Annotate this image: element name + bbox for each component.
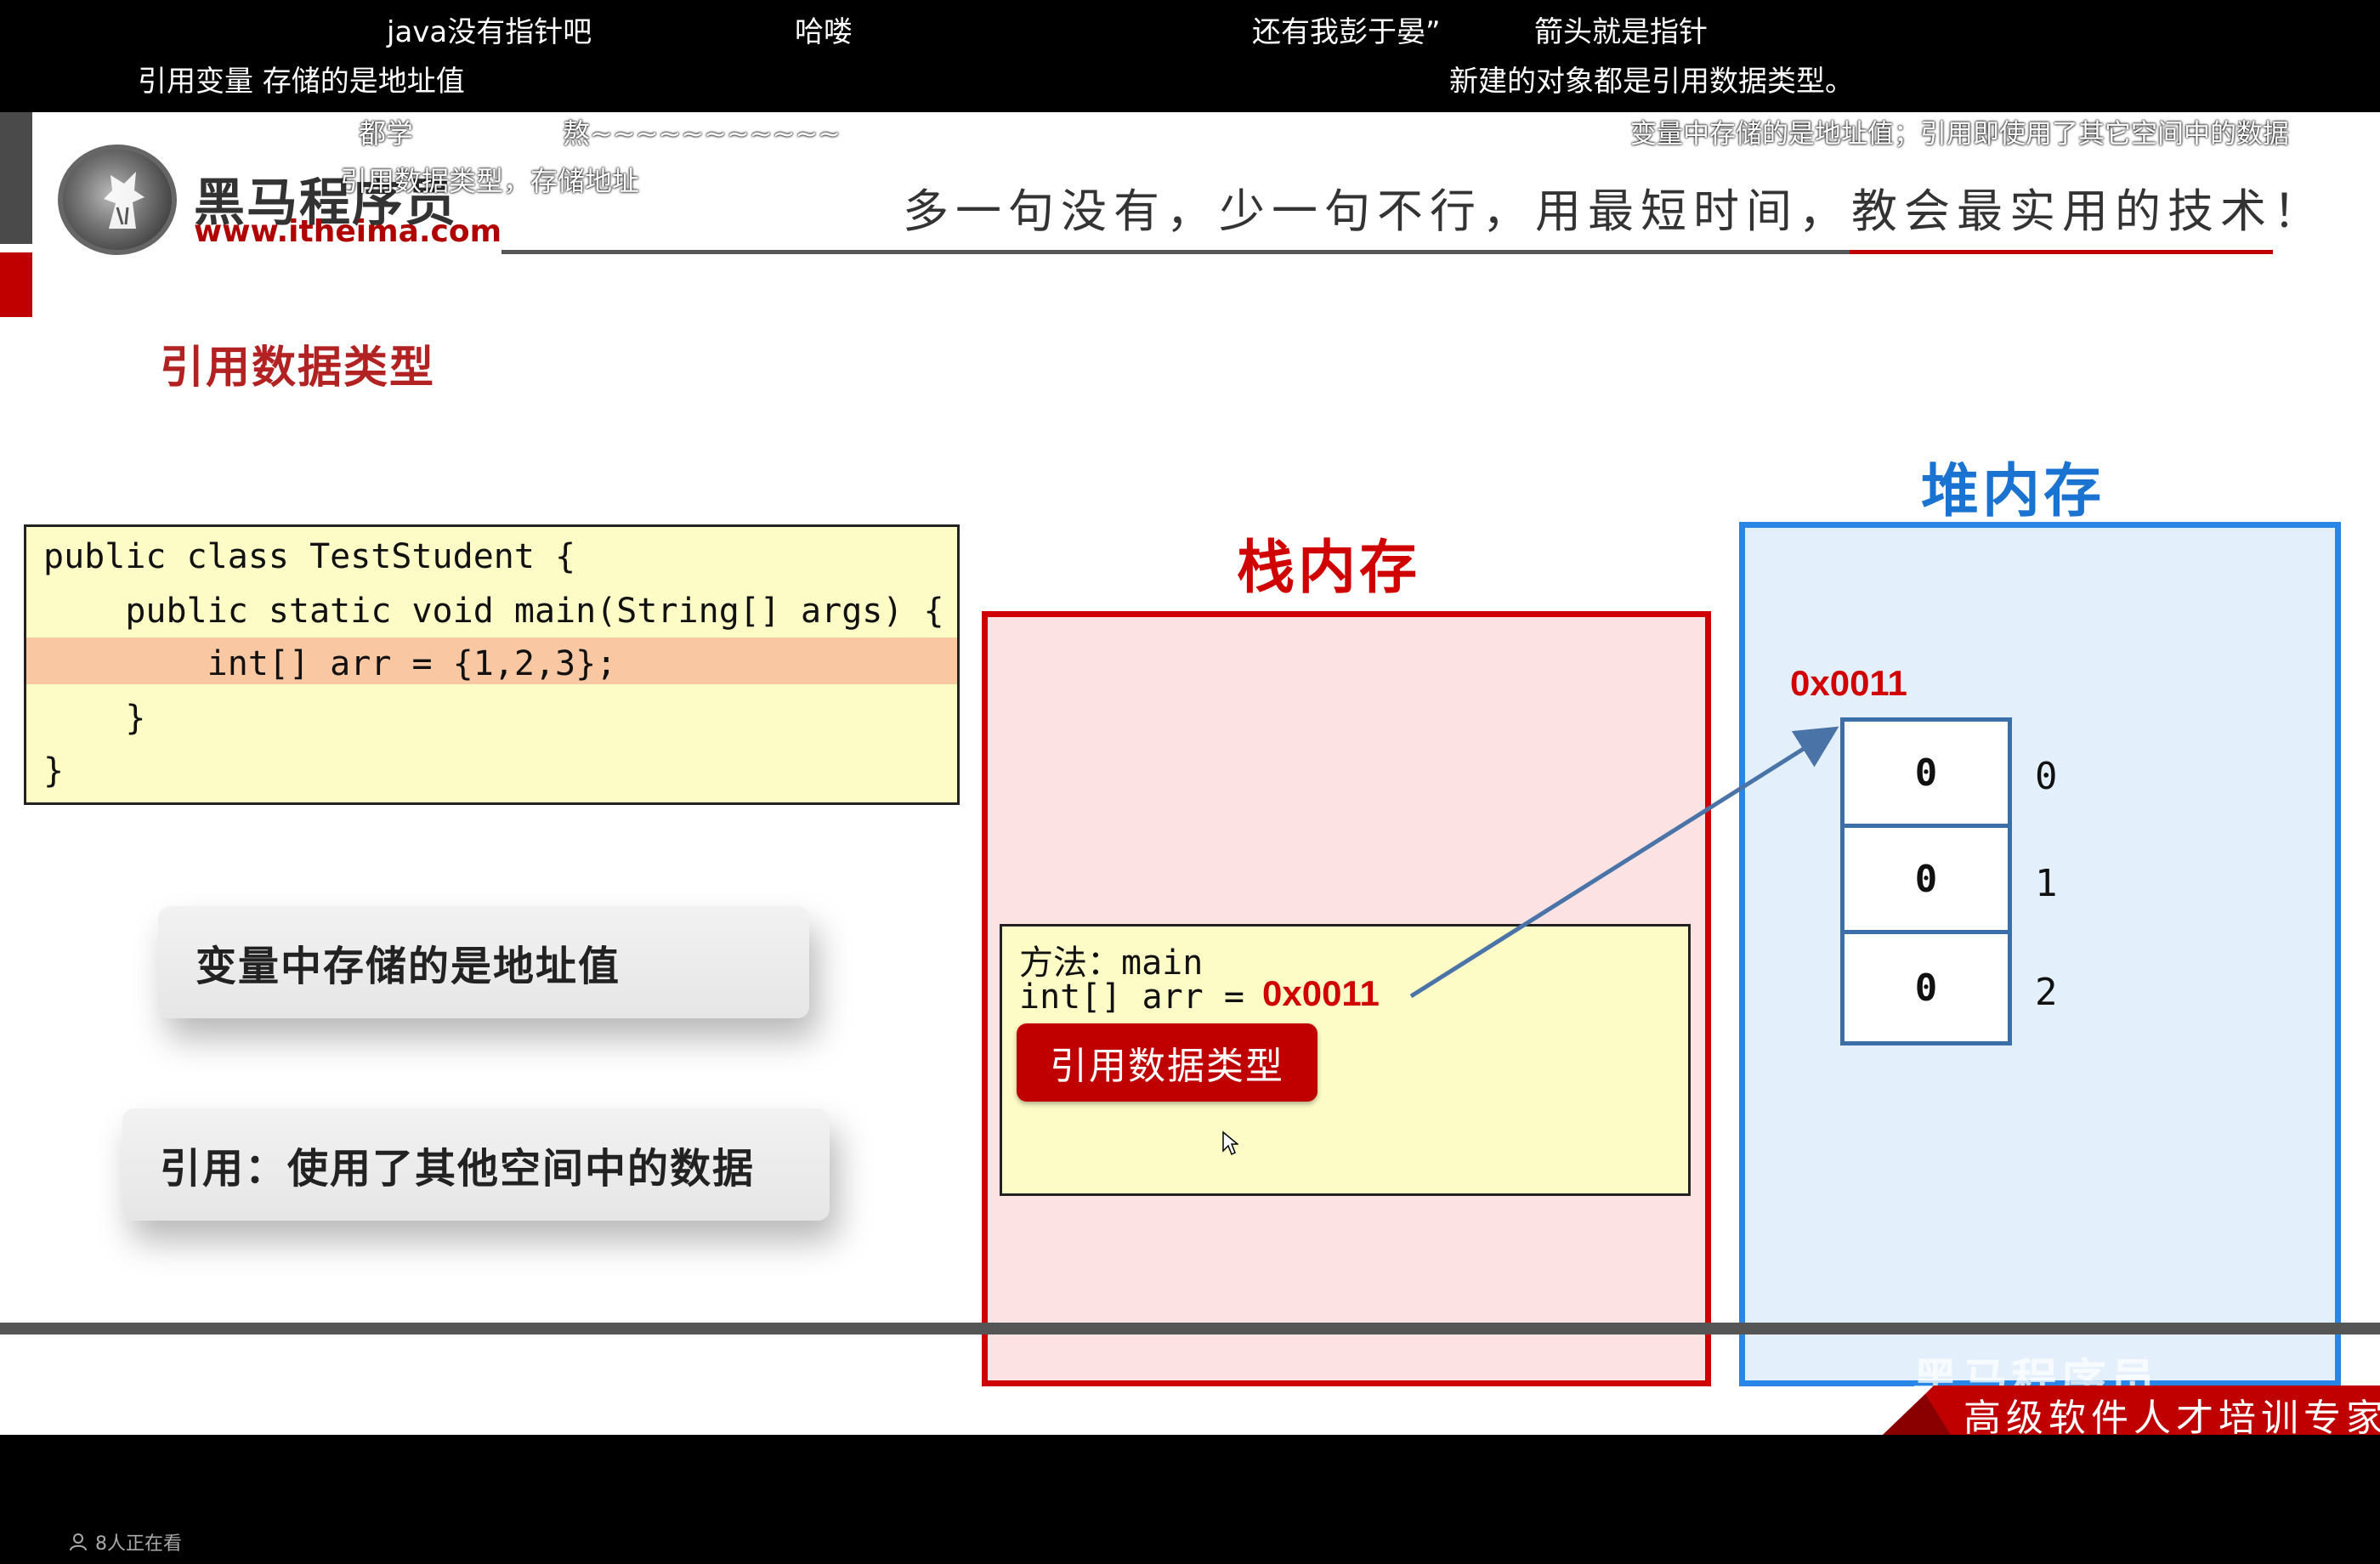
frame-variable-label: int[] arr = <box>1019 978 1265 1017</box>
danmaku-comment: 都学 <box>359 117 414 150</box>
heap-address-label: 0x0011 <box>1790 663 1907 703</box>
slogan: 多一句没有，少一句不行，用最短时间，教会最实用的技术！ <box>903 184 2326 238</box>
viewer-count: 8人正在看 <box>68 1528 182 1556</box>
callout-address-value: 变量中存储的是地址值 <box>158 906 809 1018</box>
danmaku-bar: java没有指针吧 哈喽 还有我彭于晏” 箭头就是指针 引用变量 存储的是地址值… <box>0 0 2380 112</box>
stack-address-value: 0x0011 <box>1262 973 1380 1013</box>
array-cell: 0 <box>1840 717 2012 828</box>
danmaku-comment: 熬~~~~~~~~~~~ <box>563 117 841 150</box>
danmaku-comment: 新建的对象都是引用数据类型。 <box>1449 65 1854 99</box>
header-divider-accent <box>1850 250 2273 254</box>
callout-reference-meaning: 引用：使用了其他空间中的数据 <box>122 1108 830 1221</box>
slide-edge-accent <box>0 252 32 317</box>
code-line: public class TestStudent { <box>43 537 576 576</box>
section-title: 引用数据类型 <box>160 343 436 394</box>
array-cell: 0 <box>1840 824 2012 934</box>
viewers-icon <box>70 1533 87 1551</box>
code-line: int[] arr = {1,2,3}; <box>43 644 617 683</box>
mouse-cursor-icon <box>1222 1130 1238 1156</box>
horse-logo-icon <box>104 172 144 229</box>
danmaku-comment: 箭头就是指针 <box>1534 15 1708 49</box>
array-index: 2 <box>2035 971 2058 1014</box>
video-progress-track[interactable] <box>0 1323 2380 1334</box>
danmaku-comment: 引用数据类型，存储地址 <box>340 165 640 197</box>
code-line: } <box>43 699 146 738</box>
danmaku-comment: 引用变量 存储的是地址值 <box>138 65 465 99</box>
array-index: 0 <box>2035 755 2058 798</box>
slide-edge-strip <box>0 112 32 244</box>
heap-memory-area <box>1739 522 2341 1386</box>
array-cell: 0 <box>1840 930 2012 1046</box>
array-index: 1 <box>2035 862 2058 905</box>
danmaku-comment: java没有指针吧 <box>387 15 592 49</box>
danmaku-comment: 哈喽 <box>795 15 853 49</box>
reference-type-tag: 引用数据类型 <box>1017 1023 1318 1102</box>
stack-memory-title: 栈内存 <box>1237 535 1421 602</box>
danmaku-comment: 变量中存储的是地址值；引用即使用了其它空间中的数据 <box>1630 119 2289 150</box>
code-line: } <box>43 751 65 790</box>
footer-badge-text: 高级软件人才培训专家 <box>1964 1397 2380 1435</box>
danmaku-comment: 还有我彭于晏” <box>1252 15 1441 49</box>
brand-url: www.itheima.com <box>194 214 502 249</box>
heap-memory-title: 堆内存 <box>1921 458 2105 525</box>
viewer-count-text: 8人正在看 <box>95 1533 182 1555</box>
code-block: public class TestStudent { public static… <box>24 524 960 805</box>
slide: 黑马程序员 www.itheima.com 多一句没有，少一句不行，用最短时间，… <box>0 112 2380 1435</box>
code-line: public static void main(String[] args) { <box>43 592 944 631</box>
